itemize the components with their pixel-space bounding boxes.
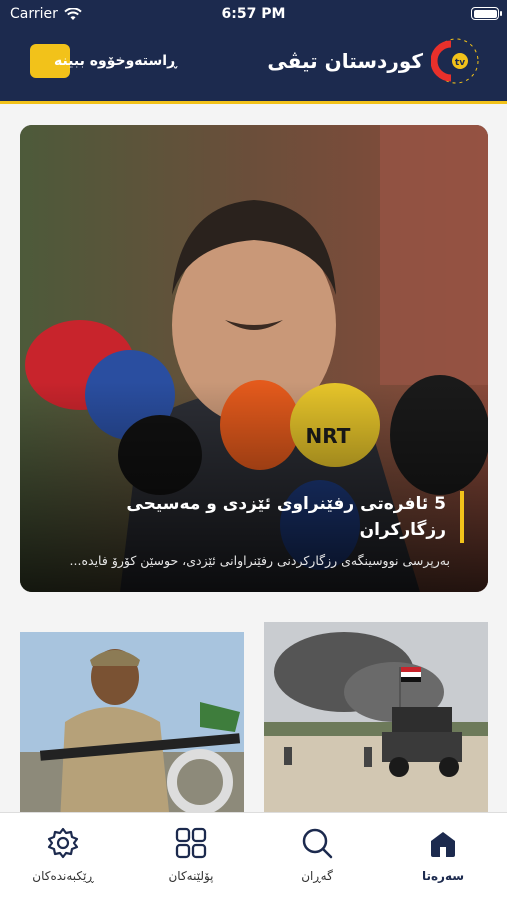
watch-live-button[interactable]: ڕاستەوخۆوە ببینە (30, 44, 177, 78)
app-header: Carrier 6:57 PM ڕاستەوخۆوە ببینە کوردستا… (0, 0, 507, 104)
bottom-tab-bar: سەرەتا گەڕان پۆلێنەکان ڕێکبەندەکان (0, 812, 507, 900)
carrier: Carrier (10, 6, 82, 22)
featured-article-title: 5 ئافرەتی رفێنراوی ئێزدی و مەسیحی رزگارک… (44, 491, 464, 543)
article-thumbnail[interactable] (264, 622, 488, 822)
carrier-label: Carrier (10, 6, 58, 22)
soldier-photo (20, 632, 244, 822)
grid-icon (175, 827, 207, 859)
military-vehicle-photo (264, 622, 488, 822)
gear-icon (47, 827, 79, 859)
tab-categories[interactable]: پۆلێنەکان (136, 825, 246, 883)
watch-live-label: ڕاستەوخۆوە ببینە (54, 53, 177, 69)
tab-search-label: گەڕان (301, 869, 333, 883)
tab-home[interactable]: سەرەتا (388, 825, 498, 883)
tab-categories-label: پۆلێنەکان (168, 869, 214, 883)
tab-search[interactable]: گەڕان (262, 825, 372, 883)
tab-home-label: سەرەتا (421, 869, 465, 883)
wifi-icon (64, 7, 82, 20)
home-icon (431, 832, 455, 857)
brand-name: کوردستان تیڤی (267, 49, 423, 73)
tab-settings-label: ڕێکبەندەکان (32, 869, 94, 883)
svg-text:tv: tv (455, 58, 465, 68)
featured-article-summary: بەرپرسی نووسینگەی رزگارکردنی رفێنراوانی … (69, 553, 450, 568)
search-icon (302, 828, 333, 859)
featured-article-card[interactable]: NRT 5 ئافرەتی رفێنراوی ئێزدی و مەسیحی رز… (20, 125, 488, 592)
featured-article-text: 5 ئافرەتی رفێنراوی ئێزدی و مەسیحی رزگارک… (44, 491, 464, 568)
tab-settings[interactable]: ڕێکبەندەکان (8, 825, 118, 883)
article-thumbnail[interactable] (20, 632, 244, 822)
status-time: 6:57 PM (221, 6, 286, 22)
status-bar: Carrier 6:57 PM (0, 0, 507, 28)
kurdistan-tv-logo-icon: tv (431, 38, 479, 84)
brand[interactable]: کوردستان تیڤی tv (267, 36, 481, 86)
battery-icon (471, 7, 502, 20)
